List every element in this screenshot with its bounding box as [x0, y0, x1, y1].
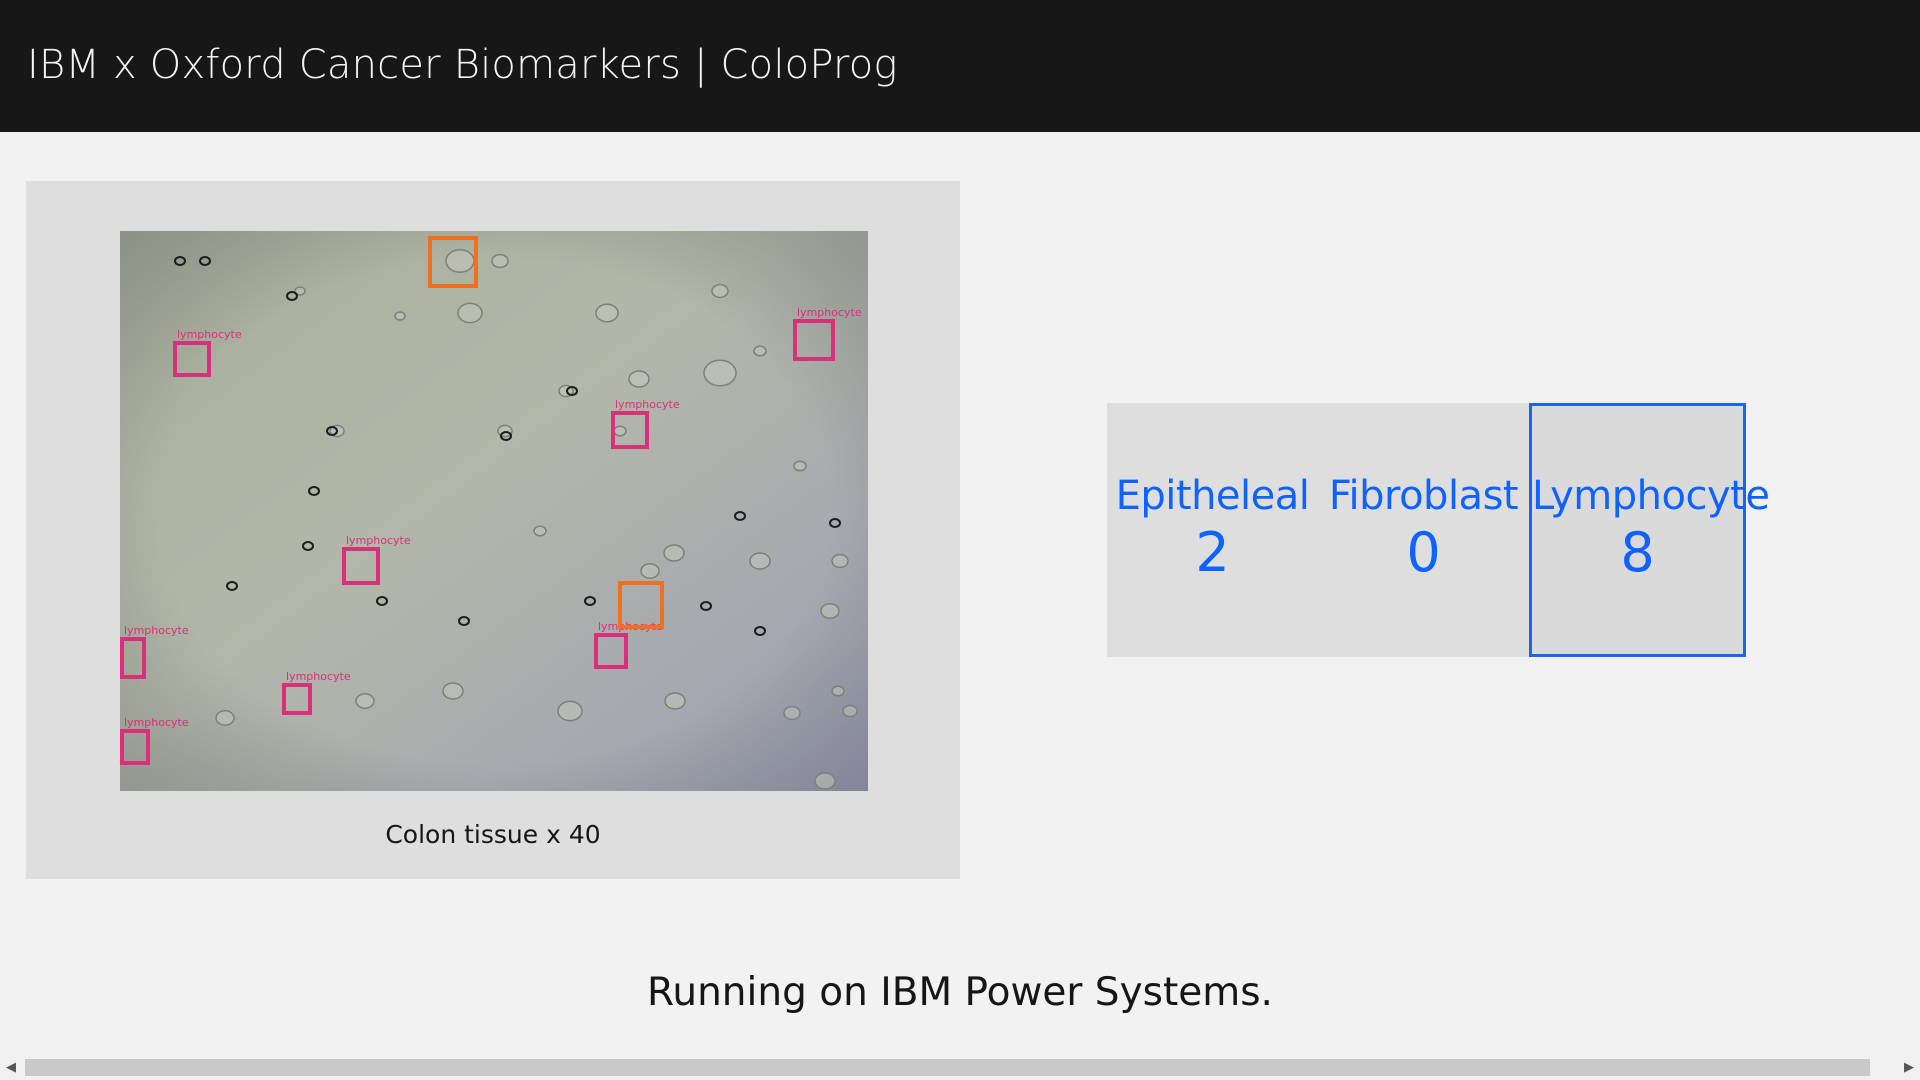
cell-blob	[831, 685, 845, 697]
cell-blob	[820, 603, 840, 619]
detection-label: lymphocyte	[615, 398, 680, 411]
microscope-image: lymphocyte lymphocyte lymphocyte lymphocyte…	[120, 231, 868, 791]
detection-label: lymphocyte	[177, 328, 242, 341]
cell-blob	[664, 692, 686, 710]
detection-label: lymphocyte	[286, 670, 351, 683]
count-tile-lymphocyte[interactable]: Lymphocyte 8	[1529, 403, 1770, 657]
cell-blob	[628, 370, 650, 388]
detection-label: lymphocyte	[124, 624, 189, 637]
cell-blob	[215, 710, 235, 726]
count-label: Epitheleal	[1115, 473, 1310, 519]
cell-blob	[749, 552, 771, 570]
cell-blob	[355, 693, 375, 709]
scroll-right-arrow-icon[interactable]: ▶	[1904, 1060, 1914, 1075]
detection-label: lymphocyte	[346, 534, 411, 547]
cell-blob	[442, 682, 464, 700]
cell-counts-panel: Epitheleal 2 Fibroblast 0 Lymphocyte 8	[1107, 403, 1770, 657]
image-card: lymphocyte lymphocyte lymphocyte lymphocyte…	[26, 181, 960, 879]
cell-blob	[595, 303, 619, 323]
footer-text: Running on IBM Power Systems.	[647, 970, 1273, 1015]
cell-blob	[842, 704, 858, 718]
cell-blob	[491, 253, 509, 269]
count-tile-fibroblast[interactable]: Fibroblast 0	[1318, 403, 1529, 657]
detection-label: lymphocyte	[797, 306, 862, 319]
count-tile-epitheleal[interactable]: Epitheleal 2	[1107, 403, 1318, 657]
cell-blob	[613, 425, 627, 437]
cell-blob	[793, 460, 807, 472]
cell-blob	[663, 544, 685, 562]
cell-blob	[783, 705, 801, 721]
app-header: IBM x Oxford Cancer Biomarkers | ColoPro…	[0, 0, 1920, 132]
cell-blob	[457, 302, 483, 324]
cell-blob	[711, 283, 729, 299]
cell-blob	[557, 700, 583, 722]
detection-label: lymphocyte	[124, 716, 189, 729]
count-value: 0	[1406, 521, 1441, 584]
horizontal-scrollbar[interactable]: ◀ ▶	[0, 1056, 1920, 1080]
count-value: 2	[1195, 521, 1230, 584]
cell-blob	[831, 553, 849, 569]
cell-blob	[394, 311, 406, 321]
cell-blob	[640, 563, 660, 579]
image-caption: Colon tissue x 40	[385, 820, 601, 849]
scrollbar-thumb[interactable]	[25, 1059, 1870, 1076]
scroll-left-arrow-icon[interactable]: ◀	[6, 1060, 16, 1075]
cell-blob	[814, 772, 836, 790]
cell-blob	[445, 249, 475, 273]
app-title: IBM x Oxford Cancer Biomarkers | ColoPro…	[27, 42, 898, 88]
cell-blob	[703, 359, 737, 387]
cell-blob	[753, 345, 767, 357]
count-label: Lymphocyte	[1532, 473, 1770, 519]
cell-blob	[533, 525, 547, 537]
count-label: Fibroblast	[1328, 473, 1519, 519]
count-value: 8	[1620, 521, 1655, 584]
